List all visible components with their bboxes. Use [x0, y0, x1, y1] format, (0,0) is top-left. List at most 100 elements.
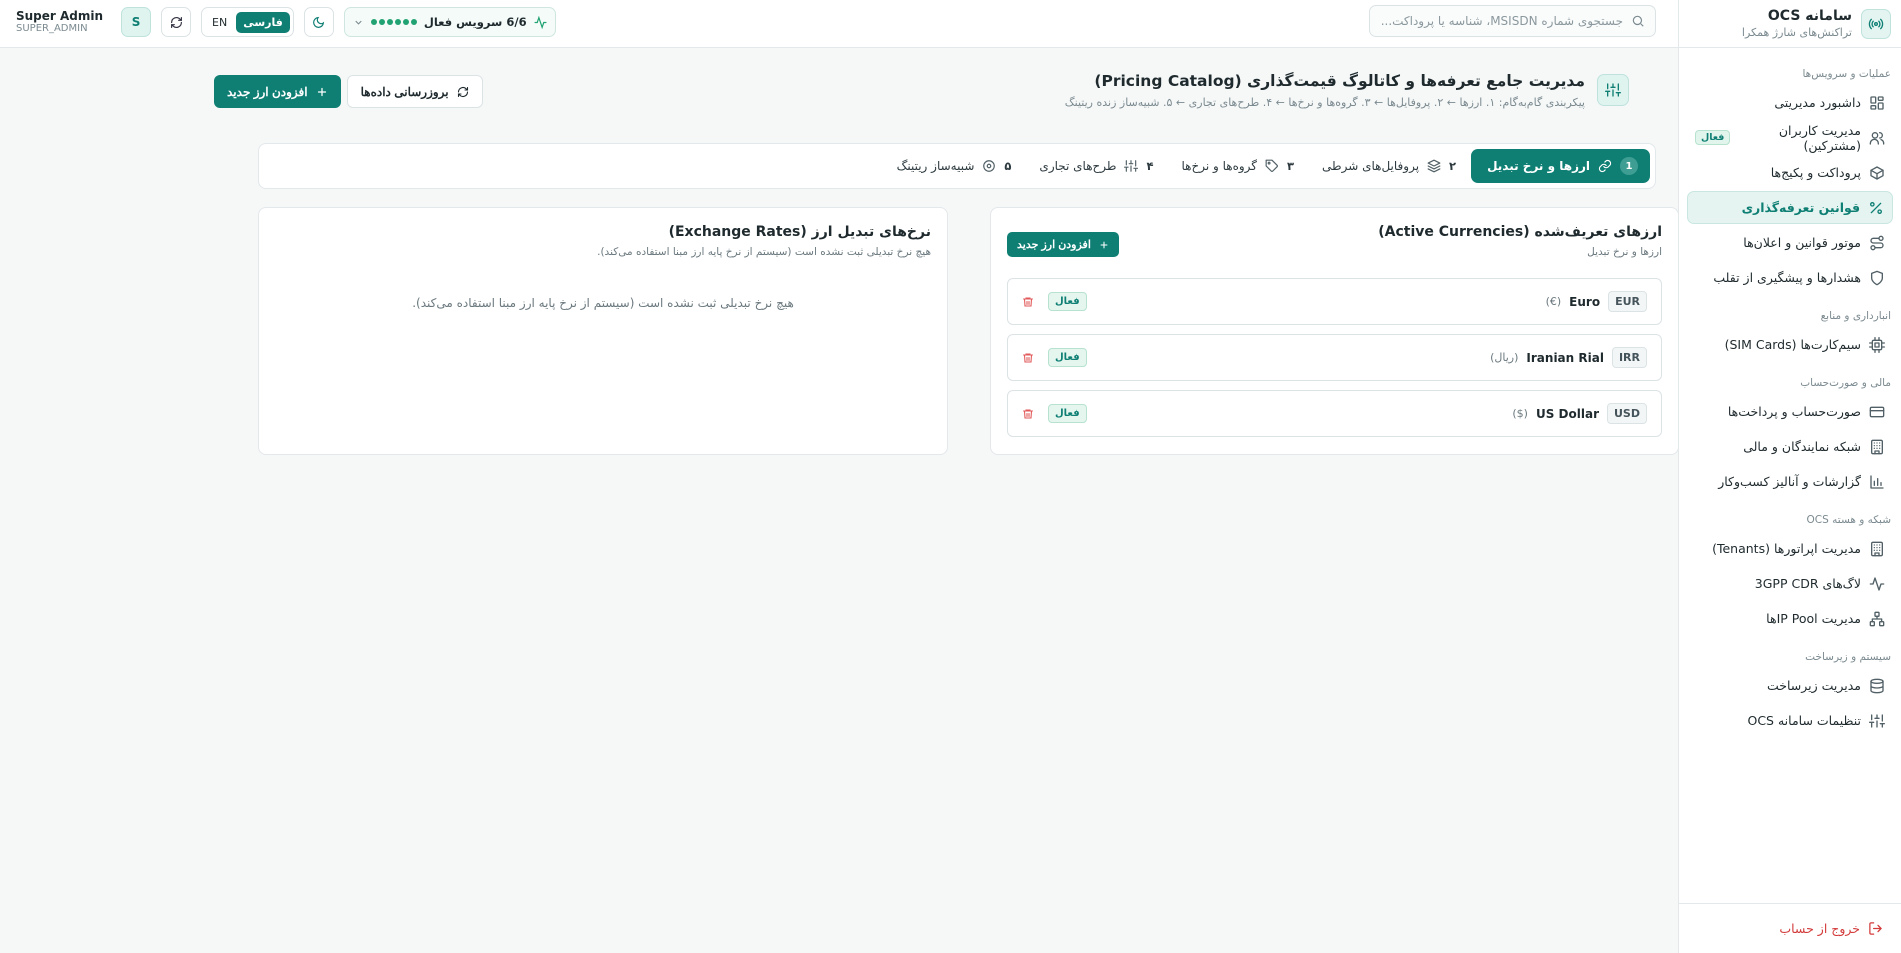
dashboard-icon — [1869, 95, 1885, 111]
theme-toggle-button[interactable] — [303, 7, 334, 37]
sidebar-item[interactable]: سیم‌کارت‌ها (SIM Cards) — [1687, 328, 1893, 361]
search-icon — [1631, 14, 1645, 28]
sidebar-item[interactable]: مدیریت اپراتورها (Tenants) — [1687, 532, 1893, 565]
tab-1[interactable]: 1 ارزها و نرخ تبدیل — [1471, 149, 1650, 183]
services-status-label: 6/6 سرویس فعال — [423, 15, 527, 29]
rates-title: نرخ‌های تبدیل ارز (Exchange Rates) — [668, 224, 931, 240]
trash-icon[interactable] — [1022, 352, 1034, 364]
tab-5[interactable]: ۵ شبیه‌ساز ریتینگ — [884, 149, 1025, 183]
add-currency-card-label: افزودن ارز جدید — [1017, 239, 1091, 251]
sidebar-item[interactable]: گزارشات و آنالیز کسب‌وکار — [1687, 465, 1893, 498]
sidebar-item[interactable]: مدیریت کاربران (مشترکین) فعال — [1687, 121, 1893, 154]
sidebar: سامانه OCS تراکنش‌های شارژ همکرا عملیات … — [1678, 0, 1901, 953]
top-header: Super Admin SUPER_ADMIN S EN فارسی 6/6 س… — [0, 0, 1678, 48]
sidebar-item-label: گزارشات و آنالیز کسب‌وکار — [1718, 474, 1861, 489]
sliders-icon — [1869, 713, 1885, 729]
add-currency-button[interactable]: افزودن ارز جدید — [214, 75, 341, 108]
sidebar-item-label: شبکه نمایندگان و مالی — [1743, 439, 1861, 454]
sidebar-item-label: سیم‌کارت‌ها (SIM Cards) — [1724, 337, 1861, 352]
sidebar-item-label: مدیریت زیرساخت — [1766, 678, 1861, 693]
service-status-dots — [370, 19, 417, 25]
search-box[interactable] — [1369, 5, 1656, 37]
trash-icon[interactable] — [1022, 408, 1034, 420]
broadcast-icon — [1861, 8, 1891, 39]
sidebar-item-label: پروداکت و پکیج‌ها — [1770, 165, 1861, 180]
logout-button[interactable]: خروج از حساب — [1678, 903, 1901, 953]
refresh-data-label: بروزرسانی داده‌ها — [360, 84, 449, 99]
sidebar-item[interactable]: پروداکت و پکیج‌ها — [1687, 156, 1893, 189]
sidebar-item-label: مدیریت IP Poolها — [1766, 611, 1861, 626]
tab-number: ۵ — [1004, 159, 1012, 173]
refresh-button[interactable] — [161, 7, 192, 37]
network-icon — [1869, 611, 1885, 627]
moon-icon — [312, 16, 325, 29]
currency-name: Iranian Rial — [1526, 350, 1604, 365]
currency-symbol: (€) — [1545, 295, 1562, 308]
currency-row: IRR Iranian Rial (ریال) فعال — [1007, 334, 1662, 381]
sidebar-item[interactable]: شبکه نمایندگان و مالی — [1687, 430, 1893, 463]
sidebar-item[interactable]: داشبورد مدیریتی — [1687, 86, 1893, 119]
tab-2[interactable]: ۲ پروفایل‌های شرطی — [1309, 149, 1469, 183]
tab-number: ۴ — [1146, 159, 1154, 173]
sidebar-item[interactable]: هشدارها و پیشگیری از تقلب — [1687, 261, 1893, 294]
status-badge: فعال — [1048, 404, 1087, 423]
chevron-down-icon — [353, 17, 364, 28]
sidebar-section-title: مالی و صورت‌حساب — [1800, 377, 1891, 389]
sidebar-item-label: موتور قوانین و اعلان‌ها — [1743, 235, 1861, 250]
refresh-icon — [457, 86, 469, 98]
sidebar-item-label: داشبورد مدیریتی — [1774, 95, 1861, 110]
layers-icon — [1427, 159, 1441, 173]
lang-en-option[interactable]: EN — [205, 12, 234, 33]
sidebar-item[interactable]: تنظیمات سامانه OCS — [1687, 704, 1893, 737]
sidebar-section-title: عملیات و سرویس‌ها — [1802, 68, 1891, 80]
tab-4[interactable]: ۴ طرح‌های تجاری — [1026, 149, 1166, 183]
currency-row-actions: فعال — [1022, 348, 1087, 367]
header-controls: Super Admin SUPER_ADMIN S EN فارسی 6/6 س… — [16, 7, 556, 37]
status-badge: فعال — [1048, 292, 1087, 311]
activity-icon — [1869, 576, 1885, 592]
box-icon — [1869, 165, 1885, 181]
status-badge: فعال — [1695, 130, 1731, 145]
plus-icon — [316, 86, 328, 98]
rates-subtitle: هیچ نرخ تبدیلی ثبت نشده است (سیستم از نر… — [597, 246, 931, 258]
sidebar-item[interactable]: صورت‌حساب و پرداخت‌ها — [1687, 395, 1893, 428]
refresh-data-button[interactable]: بروزرسانی داده‌ها — [346, 75, 483, 108]
building-icon — [1869, 439, 1885, 455]
pricing-tabs: 1 ارزها و نرخ تبدیل ۲ پروفایل‌های شرطی ۳ گروه… — [258, 143, 1656, 189]
database-icon — [1869, 678, 1885, 694]
tab-label: پروفایل‌های شرطی — [1322, 159, 1420, 173]
sidebar-item[interactable]: مدیریت IP Poolها — [1687, 602, 1893, 635]
lang-fa-option[interactable]: فارسی — [236, 11, 290, 33]
currency-code: EUR — [1608, 291, 1647, 312]
sidebar-item-label: صورت‌حساب و پرداخت‌ها — [1727, 404, 1861, 419]
tab-label: طرح‌های تجاری — [1039, 159, 1117, 173]
card-icon — [1869, 404, 1885, 420]
page-subtitle: پیکربندی گام‌به‌گام: ۱. ارزها ← ۲. پروفا… — [1064, 96, 1585, 109]
search-input[interactable] — [1380, 14, 1623, 28]
sidebar-item[interactable]: لاگ‌های 3GPP CDR — [1687, 567, 1893, 600]
tab-3[interactable]: ۳ گروه‌ها و نرخ‌ها — [1169, 149, 1308, 183]
sidebar-item-label: مدیریت کاربران (مشترکین) — [1778, 122, 1861, 153]
services-status-dropdown[interactable]: 6/6 سرویس فعال — [343, 7, 556, 37]
sidebar-item[interactable]: مدیریت زیرساخت — [1687, 669, 1893, 702]
cpu-icon — [1869, 336, 1885, 353]
sidebar-item-label: تنظیمات سامانه OCS — [1747, 713, 1861, 728]
tab-label: گروه‌ها و نرخ‌ها — [1181, 159, 1258, 173]
trash-icon[interactable] — [1022, 296, 1034, 308]
currency-row: USD US Dollar ($) فعال — [1007, 390, 1662, 437]
logout-label: خروج از حساب — [1779, 921, 1860, 936]
avatar[interactable]: S — [121, 7, 152, 37]
sidebar-item[interactable]: موتور قوانین و اعلان‌ها — [1687, 226, 1893, 259]
sidebar-section-title: سیستم و زیرساخت — [1805, 651, 1891, 663]
page-title: مدیریت جامع تعرفه‌ها و کاتالوگ قیمت‌گذار… — [1094, 72, 1585, 90]
sidebar-section-title: شبکه و هسته OCS — [1806, 514, 1891, 526]
shield-icon — [1869, 270, 1885, 286]
currency-code: USD — [1607, 403, 1647, 424]
add-currency-card-button[interactable]: افزودن ارز جدید — [1007, 232, 1119, 257]
admin-name: Super Admin — [16, 9, 104, 23]
sidebar-item-label: هشدارها و پیشگیری از تقلب — [1713, 270, 1861, 285]
sidebar-item-label: مدیریت اپراتورها (Tenants) — [1712, 541, 1861, 556]
sidebar-item-label: لاگ‌های 3GPP CDR — [1754, 576, 1861, 591]
users-icon — [1869, 130, 1885, 146]
sidebar-item[interactable]: قوانین تعرفه‌گذاری — [1687, 191, 1893, 224]
